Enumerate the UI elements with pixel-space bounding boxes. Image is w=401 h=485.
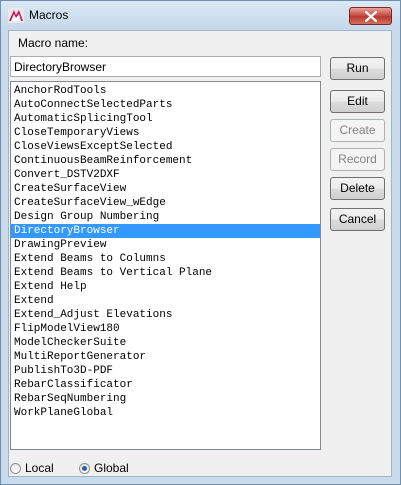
macro-list-item[interactable]: RebarSeqNumbering [11, 392, 320, 406]
cancel-button[interactable]: Cancel [330, 208, 385, 231]
create-button[interactable]: Create [330, 119, 385, 142]
macro-list[interactable]: AnchorRodTools AutoConnectSelectedParts Au… [10, 81, 321, 450]
macro-list-item[interactable]: AnchorRodTools [11, 84, 320, 98]
macro-list-item[interactable]: PublishTo3D-PDF [11, 364, 320, 378]
macro-list-item[interactable]: CloseViewsExceptSelected [11, 140, 320, 154]
macro-list-item[interactable]: Extend Beams to Columns [11, 252, 320, 266]
macro-list-item[interactable]: DrawingPreview [11, 238, 320, 252]
macro-list-item[interactable]: WorkPlaneGlobal [11, 406, 320, 420]
macros-dialog: Macros Macro name: AnchorRodToolsAutoCon… [0, 0, 401, 485]
macro-list-item[interactable]: Design Group Numbering [11, 210, 320, 224]
window-title: Macros [29, 8, 69, 22]
dialog-content: Macro name: AnchorRodToolsAutoConnectSel… [8, 30, 392, 477]
macro-list-item[interactable]: ContinuousBeamReinforcement [11, 154, 320, 168]
title-bar[interactable]: Macros [1, 1, 400, 29]
run-button[interactable]: Run [330, 57, 385, 80]
edit-button[interactable]: Edit [330, 90, 385, 113]
scope-global-option[interactable]: Global [79, 460, 129, 476]
scope-local-option[interactable]: Local [10, 460, 54, 476]
macro-list-item[interactable]: Extend_Adjust Elevations [11, 308, 320, 322]
macro-list-item[interactable]: Extend Help [11, 280, 320, 294]
macro-list-item[interactable]: DirectoryBrowser [11, 224, 320, 238]
macro-list-item[interactable]: CloseTemporaryViews [11, 126, 320, 140]
global-radio[interactable] [79, 462, 90, 474]
record-button[interactable]: Record [330, 148, 385, 171]
macro-list-item[interactable]: FlipModelView180 [11, 322, 320, 336]
macro-name-label: Macro name: [18, 36, 89, 50]
macro-list-item[interactable]: Convert_DSTV2DXF [11, 168, 320, 182]
macro-list-item[interactable]: ModelCheckerSuite [11, 336, 320, 350]
macro-list-item[interactable]: MultiReportGenerator [11, 350, 320, 364]
macro-list-item[interactable]: Extend Beams to Vertical Plane [11, 266, 320, 280]
macro-list-item[interactable]: CreateSurfaceView_wEdge [11, 196, 320, 210]
macro-list-item[interactable]: Extend [11, 294, 320, 308]
app-icon [8, 8, 24, 23]
close-button[interactable] [349, 7, 392, 25]
macro-list-item[interactable]: RebarClassificator [11, 378, 320, 392]
delete-button[interactable]: Delete [330, 177, 385, 200]
macro-name-input[interactable] [10, 56, 321, 77]
macro-list-item[interactable]: AutomaticSplicingTool [11, 112, 320, 126]
global-label: Global [94, 461, 129, 475]
macro-list-item[interactable]: CreateSurfaceView [11, 182, 320, 196]
local-radio[interactable] [10, 462, 21, 474]
close-icon [365, 11, 377, 22]
macro-list-item[interactable]: AutoConnectSelectedParts [11, 98, 320, 112]
local-label: Local [25, 461, 54, 475]
